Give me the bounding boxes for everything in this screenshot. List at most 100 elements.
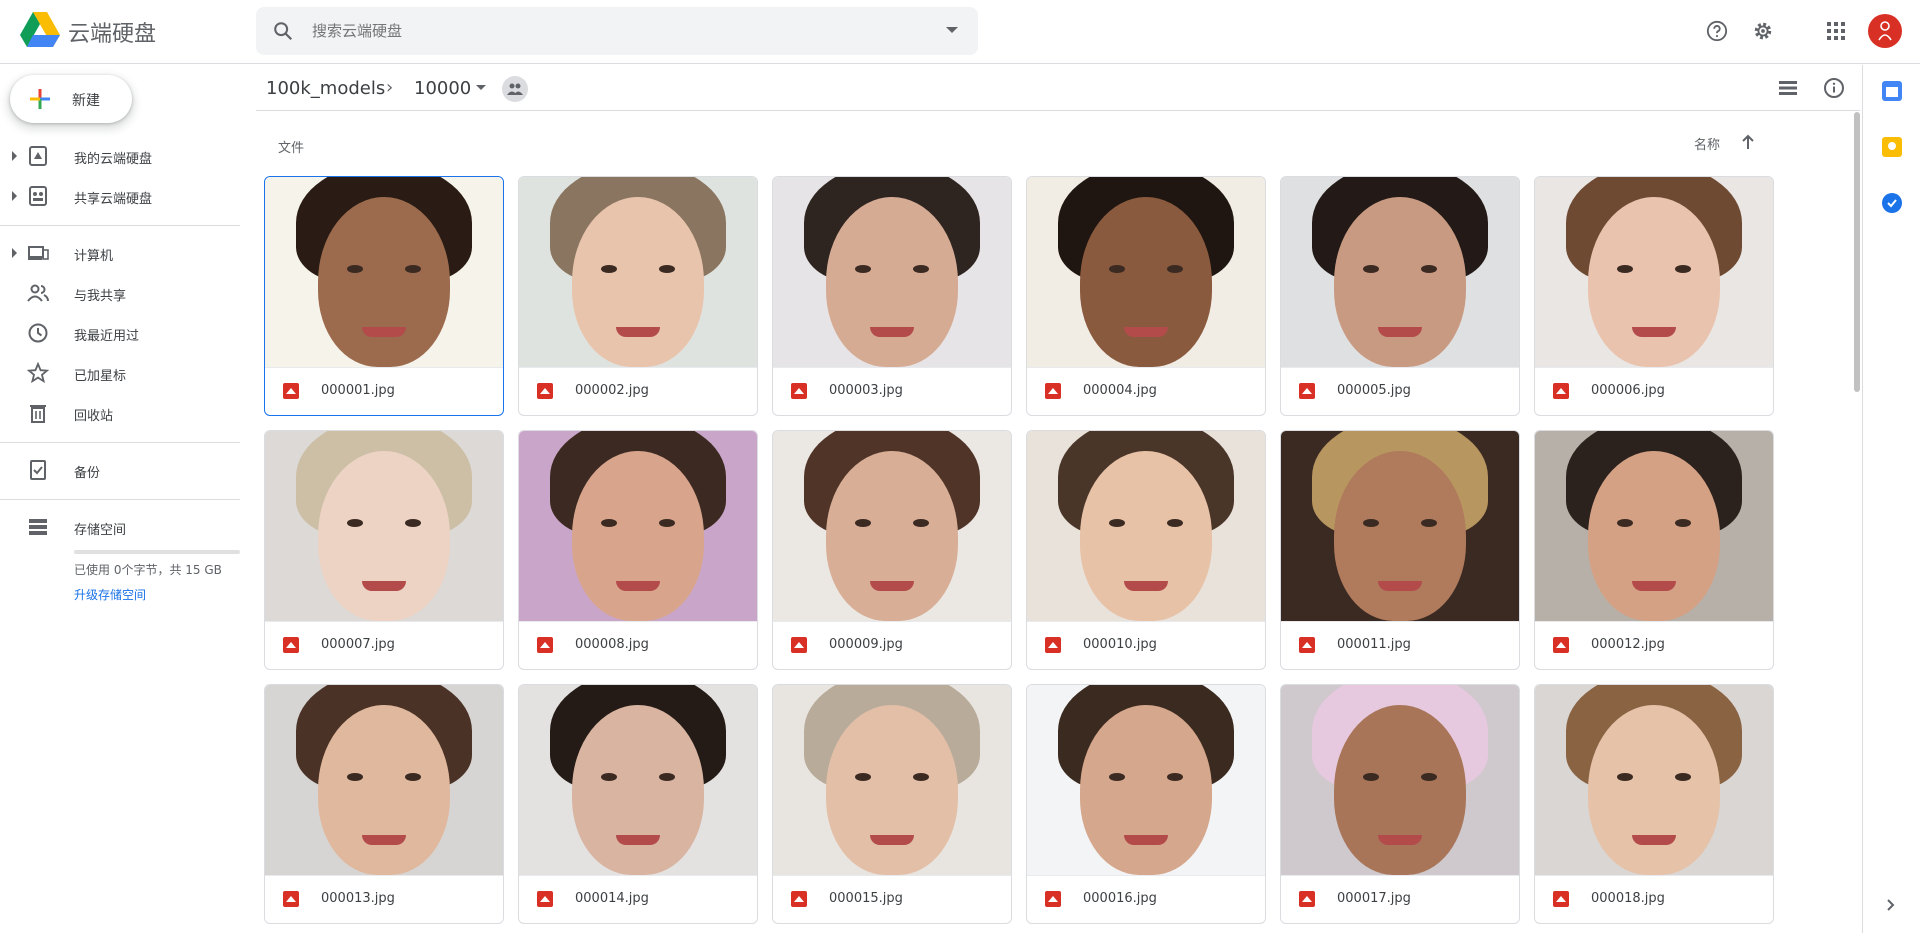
sidebar-item-computers[interactable]: 计算机 <box>0 237 240 269</box>
portrait-mouth <box>1378 835 1422 845</box>
file-card[interactable]: 000017.jpg <box>1280 684 1520 924</box>
sidebar: 新建 我的云端硬盘 共享云端硬盘 计算机 与我共享 我最近用过 已加星标 回收站… <box>0 65 256 933</box>
file-thumbnail-image <box>519 685 757 875</box>
portrait-eye <box>855 265 871 273</box>
storage-usage-bar <box>74 550 240 554</box>
portrait-face <box>1334 451 1466 621</box>
file-card[interactable]: 000010.jpg <box>1026 430 1266 670</box>
google-drive-logo-icon[interactable] <box>20 12 60 48</box>
file-card[interactable]: 000004.jpg <box>1026 176 1266 416</box>
sort-by-name-button[interactable]: 名称 <box>1694 134 1720 153</box>
upgrade-storage-link[interactable]: 升级存储空间 <box>74 586 146 603</box>
file-card[interactable]: 000008.jpg <box>518 430 758 670</box>
settings-icon[interactable] <box>1743 11 1783 51</box>
sidebar-item-shared-drives[interactable]: 共享云端硬盘 <box>0 180 240 212</box>
search-box[interactable] <box>256 7 978 55</box>
expand-caret-icon[interactable] <box>12 248 17 258</box>
search-input[interactable] <box>312 7 872 55</box>
file-card[interactable]: 000001.jpg <box>264 176 504 416</box>
portrait-eye <box>1421 519 1437 527</box>
file-card[interactable]: 000014.jpg <box>518 684 758 924</box>
image-file-icon <box>1045 383 1061 399</box>
file-thumbnail-image <box>773 685 1011 875</box>
sidebar-item-starred[interactable]: 已加星标 <box>0 357 240 389</box>
file-name: 000004.jpg <box>1083 383 1157 398</box>
sidebar-item-storage[interactable]: 存储空间 <box>0 511 240 543</box>
file-card[interactable]: 000009.jpg <box>772 430 1012 670</box>
file-card[interactable]: 000015.jpg <box>772 684 1012 924</box>
image-file-icon <box>1553 891 1569 907</box>
search-options-icon[interactable] <box>946 27 958 33</box>
portrait-eye <box>601 519 617 527</box>
file-name: 000006.jpg <box>1591 383 1665 398</box>
file-thumbnail-image <box>1281 685 1519 875</box>
keep-icon[interactable] <box>1882 137 1902 157</box>
list-view-icon[interactable] <box>1768 68 1808 108</box>
account-avatar[interactable] <box>1868 14 1902 48</box>
file-name: 000017.jpg <box>1337 891 1411 906</box>
breadcrumb-current[interactable]: 10000 <box>414 78 471 99</box>
sort-ascending-icon[interactable] <box>1738 132 1758 152</box>
tasks-icon[interactable] <box>1882 193 1902 213</box>
file-card[interactable]: 000006.jpg <box>1534 176 1774 416</box>
files-section-heading: 文件 <box>278 141 305 156</box>
file-thumbnail-image <box>1281 431 1519 621</box>
breadcrumb-parent[interactable]: 100k_models <box>266 78 385 99</box>
file-card[interactable]: 000011.jpg <box>1280 430 1520 670</box>
info-icon[interactable] <box>1814 68 1854 108</box>
new-button[interactable]: 新建 <box>10 75 132 123</box>
scrollbar-thumb[interactable] <box>1854 112 1860 392</box>
portrait-mouth <box>1124 327 1168 337</box>
help-icon[interactable] <box>1697 11 1737 51</box>
portrait-eye <box>347 773 363 781</box>
file-card[interactable]: 000003.jpg <box>772 176 1012 416</box>
apps-grid-icon[interactable] <box>1816 11 1856 51</box>
chevron-right-icon: › <box>386 77 394 98</box>
my-drive-icon <box>29 146 47 166</box>
file-name: 000009.jpg <box>829 637 903 652</box>
sidebar-item-trash[interactable]: 回收站 <box>0 397 240 429</box>
file-card-footer: 000016.jpg <box>1027 875 1265 923</box>
app-title[interactable]: 云端硬盘 <box>68 16 156 48</box>
portrait-eye <box>1109 773 1125 781</box>
file-thumbnail-image <box>1027 685 1265 875</box>
image-file-icon <box>791 383 807 399</box>
shared-folder-icon[interactable] <box>502 76 528 102</box>
sidebar-item-recent[interactable]: 我最近用过 <box>0 317 240 349</box>
sidebar-item-label: 我最近用过 <box>74 329 140 344</box>
new-button-label: 新建 <box>72 93 100 109</box>
portrait-eye <box>1421 265 1437 273</box>
expand-caret-icon[interactable] <box>12 151 17 161</box>
sidebar-item-backup[interactable]: 备份 <box>0 454 240 486</box>
file-card-footer: 000015.jpg <box>773 875 1011 923</box>
file-card[interactable]: 000002.jpg <box>518 176 758 416</box>
portrait-mouth <box>1124 581 1168 591</box>
file-card[interactable]: 000012.jpg <box>1534 430 1774 670</box>
expand-panel-icon[interactable] <box>1883 897 1899 913</box>
chevron-down-icon[interactable] <box>476 85 486 90</box>
file-card[interactable]: 000013.jpg <box>264 684 504 924</box>
image-file-icon <box>283 383 299 399</box>
sidebar-item-shared-with-me[interactable]: 与我共享 <box>0 277 240 309</box>
file-thumbnail-image <box>519 431 757 621</box>
calendar-icon[interactable] <box>1882 81 1902 101</box>
portrait-face <box>318 451 450 621</box>
file-card-footer: 000005.jpg <box>1281 367 1519 415</box>
shared-drives-icon <box>29 186 47 206</box>
side-panel <box>1862 65 1920 933</box>
file-card[interactable]: 000018.jpg <box>1534 684 1774 924</box>
portrait-eye <box>855 773 871 781</box>
file-thumbnail-image <box>519 177 757 367</box>
file-card[interactable]: 000005.jpg <box>1280 176 1520 416</box>
sidebar-item-label: 计算机 <box>74 249 114 264</box>
image-file-icon <box>537 637 553 653</box>
file-thumbnail-image <box>1535 431 1773 621</box>
search-icon[interactable] <box>272 20 294 42</box>
file-card[interactable]: 000016.jpg <box>1026 684 1266 924</box>
file-thumbnail-image <box>1281 177 1519 367</box>
sidebar-item-label: 与我共享 <box>74 289 127 304</box>
sidebar-item-my-drive[interactable]: 我的云端硬盘 <box>0 140 240 172</box>
file-card-footer: 000002.jpg <box>519 367 757 415</box>
expand-caret-icon[interactable] <box>12 191 17 201</box>
file-card[interactable]: 000007.jpg <box>264 430 504 670</box>
